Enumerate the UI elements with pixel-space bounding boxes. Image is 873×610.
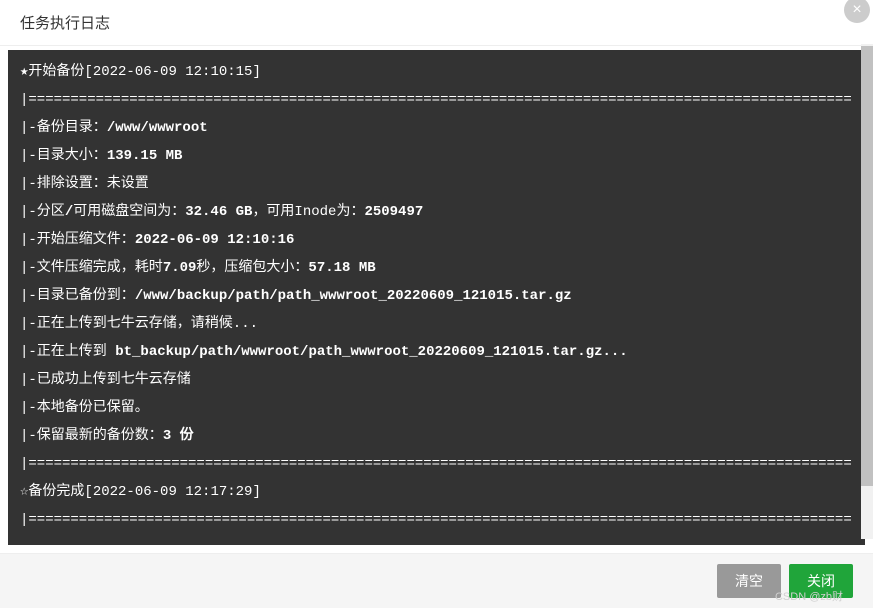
modal-footer: 清空 关闭	[0, 553, 873, 608]
log-line: ☆备份完成[2022-06-09 12:17:29]	[20, 484, 261, 500]
log-line: ★开始备份[2022-06-09 12:10:15]	[20, 64, 261, 80]
log-line: |-目录大小：139.15 MB	[20, 148, 182, 164]
scrollbar-track[interactable]	[861, 44, 873, 539]
log-line: |-分区/可用磁盘空间为：32.46 GB，可用Inode为：2509497	[20, 204, 423, 220]
log-line: |-保留最新的备份数：3 份	[20, 428, 194, 444]
log-line: |-正在上传到 bt_backup/path/wwwroot/path_wwwr…	[20, 344, 628, 360]
log-line: |-目录已备份到：/www/backup/path/path_wwwroot_2…	[20, 288, 572, 304]
scrollbar-thumb[interactable]	[861, 46, 873, 486]
modal-header: 任务执行日志	[0, 0, 873, 46]
log-separator: |=======================================…	[20, 512, 852, 528]
log-separator: |=======================================…	[20, 456, 852, 472]
log-line: |-开始压缩文件：2022-06-09 12:10:16	[20, 232, 294, 248]
log-content: ★开始备份[2022-06-09 12:10:15] |============…	[20, 58, 853, 534]
log-line: |-本地备份已保留。	[20, 400, 149, 416]
close-icon: ×	[852, 2, 861, 18]
log-line: |-已成功上传到七牛云存储	[20, 372, 191, 388]
modal-title: 任务执行日志	[20, 12, 110, 33]
log-container: ★开始备份[2022-06-09 12:10:15] |============…	[8, 50, 865, 545]
log-separator: |=======================================…	[20, 92, 852, 108]
log-line: |-备份目录：/www/wwwroot	[20, 120, 208, 136]
clear-button[interactable]: 清空	[717, 564, 781, 598]
log-line: |-排除设置：未设置	[20, 176, 149, 192]
watermark: CSDN @zb财	[775, 588, 843, 604]
log-line: |-文件压缩完成，耗时7.09秒，压缩包大小：57.18 MB	[20, 260, 376, 276]
log-line: |-正在上传到七牛云存储，请稍候...	[20, 316, 258, 332]
